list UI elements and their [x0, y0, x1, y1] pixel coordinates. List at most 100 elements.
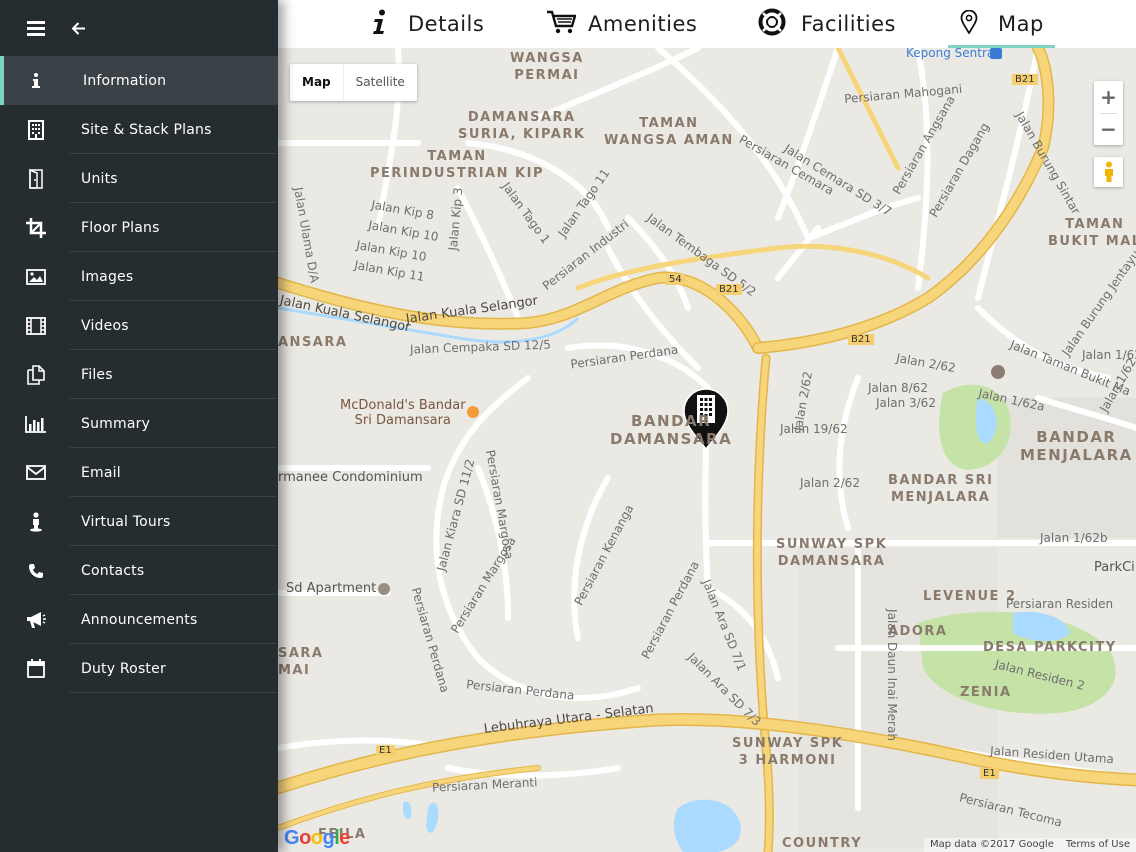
film-icon [0, 301, 72, 350]
route-shield: B21 [848, 334, 874, 345]
map-label: DAMANSARA SURIA, KIPARK [458, 110, 586, 142]
sidebar-item-label: Virtual Tours [81, 513, 171, 530]
info-icon [0, 56, 72, 105]
sidebar: Information Site & Stack Plans Units Flo… [0, 0, 278, 852]
sidebar-item-virtual-tours[interactable]: Virtual Tours [0, 497, 278, 546]
map-type-satellite-button[interactable]: Satellite [342, 64, 417, 101]
apartment-poi-icon[interactable] [378, 583, 390, 595]
sidebar-item-email[interactable]: Email [0, 448, 278, 497]
crop-icon [0, 203, 72, 252]
lifebuoy-icon [758, 8, 786, 40]
map-label: BANDAR MENJALARA [1020, 428, 1133, 464]
tab-facilities[interactable]: Facilities [758, 0, 896, 48]
sidebar-item-label: Information [83, 72, 167, 89]
cart-icon [546, 10, 577, 38]
sidebar-item-units[interactable]: Units [0, 154, 278, 203]
route-shield: E1 [980, 768, 999, 779]
sidebar-item-duty-roster[interactable]: Duty Roster [0, 644, 278, 693]
zoom-control: + − [1094, 81, 1123, 145]
map-label: WANGSA PERMAI [510, 51, 584, 83]
sidebar-item-label: Floor Plans [81, 219, 160, 236]
sidebar-item-announcements[interactable]: Announcements [0, 595, 278, 644]
calendar-icon [0, 644, 72, 693]
map-label: TAMAN BUKIT MAL [1048, 217, 1136, 249]
map-label: DESA PARKCITY [983, 640, 1117, 655]
pegman-icon[interactable] [1094, 157, 1123, 187]
sidebar-item-label: Units [81, 170, 118, 187]
sidebar-item-label: Images [81, 268, 134, 285]
bar-chart-icon [0, 399, 72, 448]
water-area [1013, 611, 1070, 641]
zoom-out-button[interactable]: − [1094, 113, 1123, 145]
map-label: SUNWAY SPK 3 HARMONI [732, 736, 844, 768]
sidebar-item-label: Site & Stack Plans [81, 121, 212, 138]
map-label: ParkCi [1094, 560, 1135, 575]
terms-of-use-link[interactable]: Terms of Use [1060, 838, 1136, 852]
water-area [426, 802, 439, 833]
sidebar-item-videos[interactable]: Videos [0, 301, 278, 350]
building-icon [0, 105, 72, 154]
image-icon [0, 252, 72, 301]
tab-label: Details [408, 12, 485, 36]
app-root: Information Site & Stack Plans Units Flo… [0, 0, 1136, 852]
water-area [673, 799, 741, 852]
tab-details[interactable]: Details [372, 0, 484, 48]
map-label: ZENIA [960, 685, 1012, 700]
tab-active-indicator [948, 45, 1055, 48]
arrow-left-icon[interactable] [72, 0, 120, 56]
map-type-map-button[interactable]: Map [290, 64, 343, 101]
sidebar-item-label: Summary [81, 415, 151, 432]
map-type-control: Map Satellite [290, 64, 417, 101]
sidebar-item-label: Files [81, 366, 113, 383]
google-logo: Google [284, 827, 350, 849]
top-tab-bar: Details Amenities Facilities Map [278, 0, 1136, 48]
map-data-attribution: Map data ©2017 Google [929, 839, 1054, 850]
tab-label: Map [998, 12, 1044, 36]
door-icon [0, 154, 72, 203]
restaurant-poi-icon[interactable] [467, 406, 479, 418]
phone-icon [0, 546, 72, 595]
sidebar-item-contacts[interactable]: Contacts [0, 546, 278, 595]
tab-label: Facilities [801, 12, 896, 36]
zoom-in-button[interactable]: + [1094, 81, 1123, 113]
sidebar-item-images[interactable]: Images [0, 252, 278, 301]
map-label: rmanee Condominium [278, 470, 423, 485]
sidebar-item-site-stack-plans[interactable]: Site & Stack Plans [0, 105, 278, 154]
map-label: SARA MAI [278, 646, 324, 678]
map-label: Jalan Daun Inai Merah [884, 609, 899, 741]
map-label: Jalan 1/62b [1040, 531, 1108, 545]
hamburger-icon[interactable] [0, 0, 72, 56]
sidebar-item-label: Contacts [81, 562, 145, 579]
map-label: SUNWAY SPK DAMANSARA [776, 537, 888, 569]
map-label: Sd Apartment [286, 581, 377, 596]
route-shield: E1 [376, 745, 395, 756]
sidebar-item-label: Email [81, 464, 121, 481]
map-label: ANSARA [278, 335, 348, 350]
water-area [402, 801, 412, 820]
map-label: TAMAN WANGSA AMAN [604, 116, 734, 148]
map-label: Kepong Sentral [906, 48, 998, 60]
map-label: McDonald's Bandar Sri Damansara [340, 398, 466, 428]
sidebar-item-files[interactable]: Files [0, 350, 278, 399]
files-icon [0, 350, 72, 399]
sidebar-header [0, 0, 278, 56]
map-pin-icon [960, 9, 978, 38]
info-icon [372, 9, 388, 39]
map-label: TAMAN PERINDUSTRIAN KIP [370, 149, 544, 181]
map-label: Jalan 2/62 [800, 476, 860, 490]
route-shield: B21 [716, 284, 742, 295]
sidebar-item-floor-plans[interactable]: Floor Plans [0, 203, 278, 252]
sidebar-item-summary[interactable]: Summary [0, 399, 278, 448]
envelope-icon [0, 448, 72, 497]
map-canvas[interactable]: WANGSA PERMAI DAMANSARA SURIA, KIPARK TA… [278, 48, 1136, 852]
poi-icon[interactable] [991, 365, 1005, 379]
megaphone-icon [0, 595, 72, 644]
tab-map[interactable]: Map [948, 0, 1055, 48]
map-footer: Map data ©2017 Google Terms of Use [923, 838, 1136, 852]
sidebar-item-information[interactable]: Information [0, 56, 278, 105]
map-label: BANDAR SRI MENJALARA [888, 473, 994, 505]
tab-amenities[interactable]: Amenities [546, 0, 697, 48]
sidebar-item-label: Duty Roster [81, 660, 166, 677]
map-label: BANDAR DAMANSARA [610, 412, 733, 448]
route-shield: 54 [666, 274, 685, 285]
